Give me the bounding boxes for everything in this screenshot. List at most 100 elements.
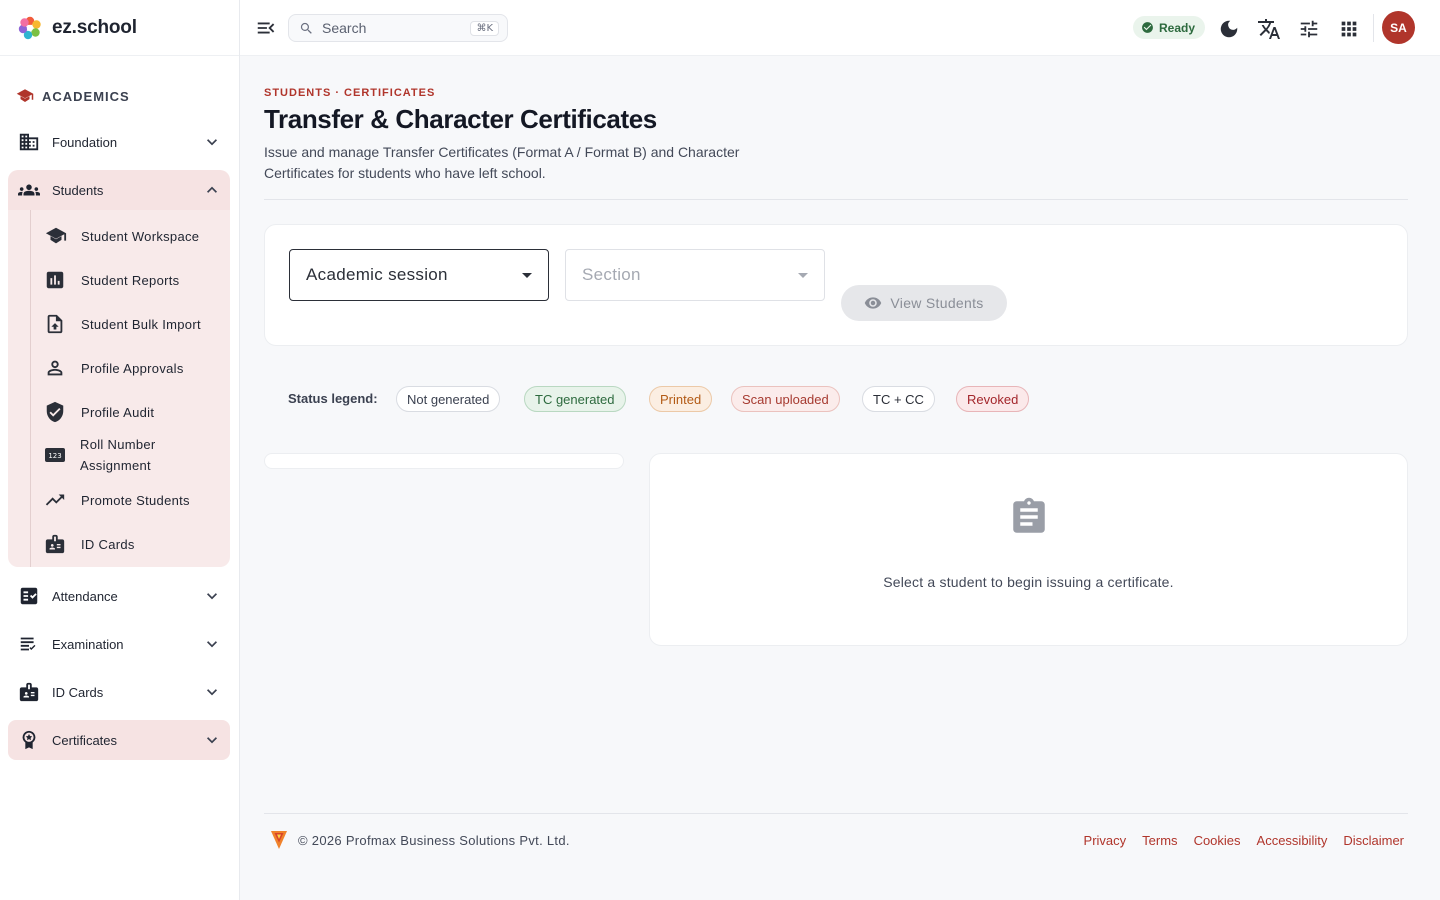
sidebar-subitem-promote-students[interactable]: Promote Students xyxy=(44,489,224,511)
graduation-cap-icon xyxy=(16,89,34,102)
sidebar-subitem-label: Student Bulk Import xyxy=(81,316,201,332)
sidebar-item-label: Examination xyxy=(52,636,124,652)
trending-up-icon xyxy=(44,489,70,511)
sidebar-subitem-profile-audit[interactable]: Profile Audit xyxy=(44,401,224,423)
page-description: Issue and manage Transfer Certificates (… xyxy=(264,144,740,181)
sidebar-subitem-student-workspace[interactable]: Student Workspace xyxy=(44,225,224,247)
menu-open-icon xyxy=(257,22,275,34)
sidebar-section-academics: ACADEMICS xyxy=(0,56,239,116)
legend-chip-scan-uploaded: Scan uploaded xyxy=(731,386,840,412)
sidebar-subitem-profile-approvals[interactable]: Profile Approvals xyxy=(44,357,224,379)
clipboard-icon xyxy=(1013,497,1045,533)
apps-button[interactable] xyxy=(1336,16,1362,42)
checklist-icon xyxy=(18,585,40,607)
footer-divider xyxy=(264,813,1408,814)
sidebar-subitem-label: Roll Number Assignment xyxy=(80,437,156,473)
moon-icon xyxy=(1220,20,1238,38)
list-check-icon xyxy=(18,633,40,655)
chevron-down-icon xyxy=(200,130,224,154)
sidebar-item-id-cards[interactable]: ID Cards xyxy=(8,672,230,712)
footer-link-terms[interactable]: Terms xyxy=(1142,833,1177,848)
school-cap-icon xyxy=(44,225,70,247)
sidebar-subitem-label: Student Workspace xyxy=(81,228,200,244)
chevron-down-icon xyxy=(200,728,224,752)
sidebar-item-label: Foundation xyxy=(52,134,118,150)
status-legend-label: Status legend: xyxy=(288,391,378,406)
breadcrumb: STUDENTS · CERTIFICATES xyxy=(264,87,436,99)
divider xyxy=(264,199,1408,200)
apps-grid-icon xyxy=(1341,21,1357,37)
sidebar-item-label: Certificates xyxy=(52,732,118,748)
footer-copyright: © 2026 Profmax Business Solutions Pvt. L… xyxy=(298,833,570,848)
check-circle-icon xyxy=(1142,22,1153,33)
search-input[interactable]: Search ⌘K xyxy=(288,14,508,42)
academic-session-select[interactable]: Academic session xyxy=(289,249,549,301)
eye-icon xyxy=(865,297,882,309)
avatar[interactable]: SA xyxy=(1382,11,1415,44)
empty-state-card: Select a student to begin issuing a cert… xyxy=(649,453,1408,646)
sidebar-subitem-label: Profile Approvals xyxy=(81,360,184,376)
footer-link-cookies[interactable]: Cookies xyxy=(1194,833,1241,848)
sidebar-subitem-label: Student Reports xyxy=(81,272,180,288)
status-text: Ready xyxy=(1159,20,1196,35)
chevron-down-icon xyxy=(200,632,224,656)
filter-card: Academic session Section View Students xyxy=(264,224,1408,346)
sidebar-item-attendance[interactable]: Attendance xyxy=(8,576,230,616)
legend-chip-tc-cc: TC + CC xyxy=(862,386,935,412)
view-students-label: View Students xyxy=(890,295,984,311)
company-logo-icon xyxy=(271,831,287,849)
brand-name: ez.school xyxy=(52,16,137,38)
legend-chip-tc-generated: TC generated xyxy=(524,386,626,412)
svg-text:123: 123 xyxy=(48,452,61,460)
footer-link-privacy[interactable]: Privacy xyxy=(1084,833,1127,848)
footer-links: Privacy Terms Cookies Accessibility Disc… xyxy=(1084,833,1404,848)
chevron-down-icon xyxy=(200,680,224,704)
caret-down-icon xyxy=(798,272,808,278)
sidebar-item-examination[interactable]: Examination xyxy=(8,624,230,664)
view-students-button[interactable]: View Students xyxy=(841,285,1007,321)
theme-toggle-button[interactable] xyxy=(1216,16,1242,42)
section-select[interactable]: Section xyxy=(565,249,825,301)
language-button[interactable] xyxy=(1256,16,1282,42)
numbers-123-icon: 123 xyxy=(44,445,69,465)
bar-chart-icon xyxy=(44,269,70,291)
search-shortcut: ⌘K xyxy=(470,20,499,36)
building-icon xyxy=(18,131,40,153)
badge-icon xyxy=(18,681,40,703)
brand[interactable]: ez.school xyxy=(0,0,239,56)
section-label: Section xyxy=(582,265,641,284)
student-list-card xyxy=(264,453,624,469)
sidebar-item-label: Students xyxy=(52,182,104,198)
topbar-divider xyxy=(1373,14,1374,42)
legend-chip-revoked: Revoked xyxy=(956,386,1030,412)
award-icon xyxy=(18,729,40,751)
sidebar-subitem-label: ID Cards xyxy=(81,536,135,552)
footer-link-accessibility[interactable]: Accessibility xyxy=(1257,833,1328,848)
sidebar-item-certificates[interactable]: Certificates xyxy=(8,720,230,760)
menu-collapse-button[interactable] xyxy=(254,16,278,40)
sidebar-subitem-student-bulk-import[interactable]: Student Bulk Import xyxy=(44,313,224,335)
badge-icon xyxy=(44,533,70,555)
flower-logo-icon xyxy=(18,16,41,39)
footer-link-disclaimer[interactable]: Disclaimer xyxy=(1343,833,1404,848)
status-badge: Ready xyxy=(1133,16,1206,39)
page-title: Transfer & Character Certificates xyxy=(264,104,657,134)
chevron-down-icon xyxy=(200,584,224,608)
sidebar-subitem-student-reports[interactable]: Student Reports xyxy=(44,269,224,291)
caret-down-icon xyxy=(522,272,532,278)
sidebar-subitem-label: Profile Audit xyxy=(81,404,155,420)
sidebar-subitem-label: Promote Students xyxy=(81,492,190,508)
sidebar-item-students[interactable]: Students xyxy=(8,170,230,210)
search-icon xyxy=(300,22,312,34)
chevron-up-icon xyxy=(200,178,224,202)
topbar: Search ⌘K Ready SA xyxy=(240,0,1440,56)
sidebar-item-foundation[interactable]: Foundation xyxy=(8,122,230,162)
tune-icon xyxy=(1300,20,1318,38)
sidebar-subitem-id-cards[interactable]: ID Cards xyxy=(44,533,224,555)
settings-tune-button[interactable] xyxy=(1296,16,1322,42)
submenu-rail xyxy=(30,210,31,567)
students-submenu: Student Workspace Student Reports Studen… xyxy=(8,210,230,567)
translate-icon xyxy=(1258,19,1280,39)
sidebar-subitem-roll-number-assignment[interactable]: 123 Roll Number Assignment xyxy=(44,434,224,476)
file-upload-icon xyxy=(44,313,70,335)
